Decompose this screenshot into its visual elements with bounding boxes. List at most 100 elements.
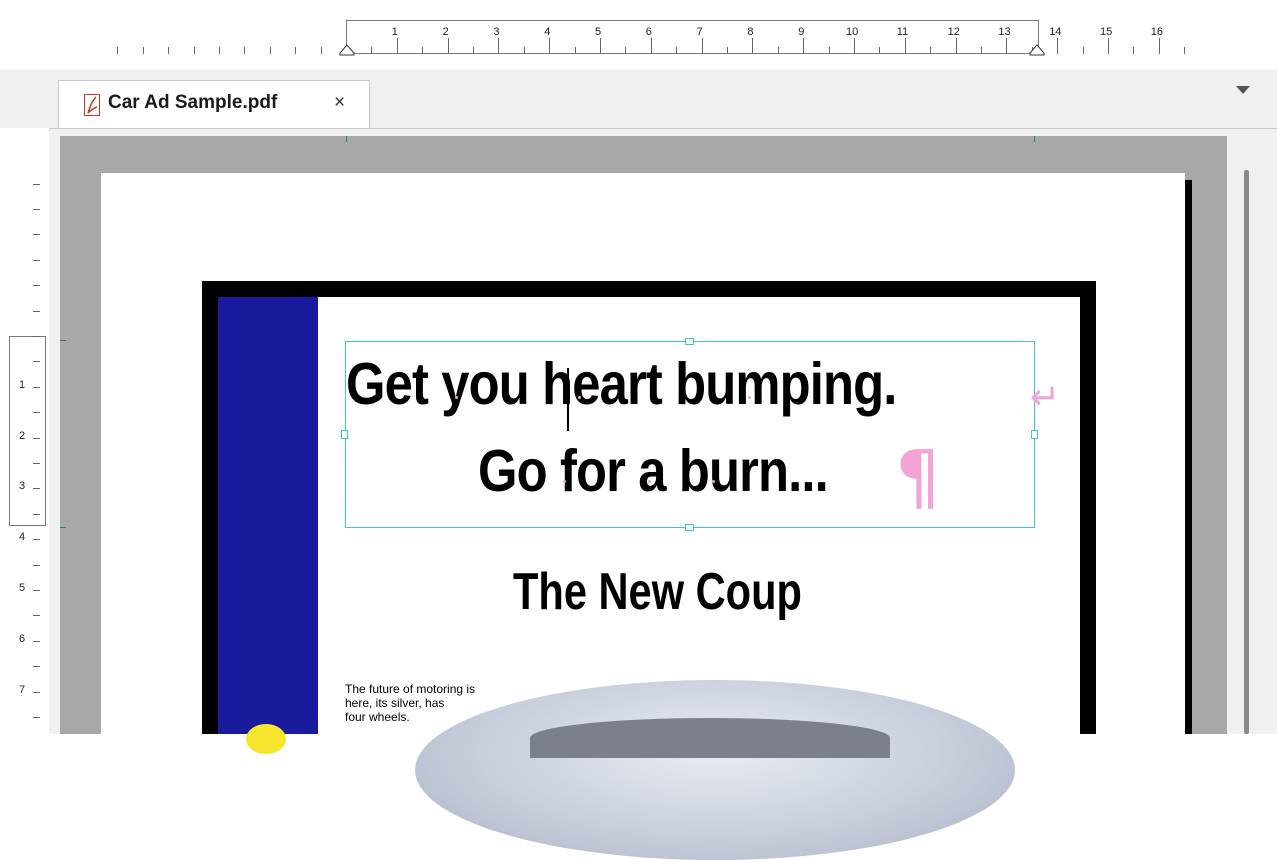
ruler-tick: [33, 310, 40, 312]
body-text-line: here, its silver, has: [345, 696, 445, 710]
pdf-icon: [84, 94, 100, 116]
ruler-tick: [1082, 47, 1084, 54]
ruler-tick: [574, 47, 576, 54]
ruler-label: 4: [19, 531, 26, 544]
ruler-tick: [33, 640, 40, 642]
ruler-tick: [33, 513, 40, 515]
ruler-tick: [650, 38, 652, 54]
ruler-tick: [33, 564, 40, 566]
vertical-scrollbar[interactable]: [1229, 136, 1277, 734]
ruler-label: 1: [19, 378, 26, 391]
space-mark: [712, 480, 715, 483]
ruler-tick: [168, 47, 170, 54]
ruler-tick: [33, 361, 40, 363]
ruler-label: 7: [19, 683, 26, 696]
space-mark: [648, 480, 651, 483]
resize-handle-top[interactable]: [685, 338, 694, 345]
body-text-line: four wheels.: [345, 710, 410, 724]
resize-handle-bottom[interactable]: [685, 524, 694, 531]
ruler-label: 12: [947, 26, 960, 38]
ruler-tick: [33, 209, 40, 210]
resize-handle-right[interactable]: [1031, 430, 1038, 439]
yellow-graphic: [246, 724, 286, 754]
ruler-tick: [904, 38, 906, 54]
ruler-tick: [777, 47, 779, 54]
ruler-label: 13: [998, 26, 1011, 38]
ruler-tick: [33, 463, 40, 464]
guide-mark: [60, 527, 66, 528]
ruler-tick: [676, 47, 678, 54]
ruler-tick: [803, 38, 805, 54]
ruler-label: 9: [798, 26, 805, 38]
ruler-label: 2: [19, 429, 26, 442]
text-cursor: [567, 368, 569, 431]
resize-handle-left[interactable]: [341, 430, 348, 439]
ruler-tick: [752, 38, 754, 54]
headline-line-2[interactable]: Go for a burn...: [478, 437, 829, 505]
ruler-tick: [1108, 38, 1109, 54]
ruler-tick: [498, 38, 500, 54]
ruler-tick: [33, 412, 40, 414]
ruler-tick: [625, 47, 627, 54]
ruler-tick: [33, 437, 40, 439]
ruler-tick: [447, 38, 449, 54]
tab-close-icon[interactable]: ×: [334, 92, 345, 114]
ruler-tick: [33, 386, 40, 388]
ruler-tick: [33, 539, 40, 541]
ruler-tick: [320, 47, 322, 54]
tab-list-dropdown-icon[interactable]: [1236, 86, 1250, 94]
vertical-ruler-selection-area[interactable]: [9, 336, 46, 526]
line-break-mark: ↵: [1030, 376, 1061, 417]
headline-line-1[interactable]: Get you heart bumping.: [346, 350, 897, 418]
ruler-label: 7: [696, 26, 703, 38]
ruler-tick: [473, 47, 474, 54]
ruler-tick: [828, 47, 830, 54]
ruler-tick: [295, 47, 297, 54]
ruler-label: 3: [493, 26, 500, 38]
ruler-label: 16: [1150, 26, 1164, 38]
ruler-tick: [117, 47, 119, 54]
ruler-tick: [142, 47, 144, 54]
ruler-tick: [33, 234, 40, 236]
horizontal-ruler-page-area[interactable]: [346, 20, 1039, 54]
ruler-tick: [727, 47, 728, 54]
space-mark: [748, 396, 751, 399]
ruler-tick: [1158, 38, 1160, 54]
ruler-tick: [1006, 38, 1008, 54]
ruler-tick: [930, 47, 932, 54]
ruler-label: 15: [1100, 26, 1113, 38]
right-indent-marker[interactable]: [1029, 44, 1045, 56]
ruler-tick: [1133, 47, 1135, 54]
paragraph-mark: ¶: [895, 435, 941, 519]
ruler-label: 8: [747, 26, 754, 38]
blue-side-band: [218, 297, 318, 734]
ruler-tick: [33, 183, 40, 185]
ruler-label: 2: [442, 26, 449, 38]
subheadline[interactable]: The New Coup: [513, 562, 802, 622]
ruler-tick: [701, 38, 703, 54]
ruler-tick: [269, 47, 271, 54]
ruler-label: 5: [19, 582, 26, 594]
ruler-tick: [33, 717, 40, 718]
scrollbar-thumb[interactable]: [1244, 170, 1249, 734]
ruler-tick: [396, 38, 398, 54]
ruler-tick: [1057, 38, 1059, 54]
space-mark: [578, 396, 581, 399]
tab-title[interactable]: Car Ad Sample.pdf: [108, 92, 277, 114]
ruler-tick: [33, 488, 40, 490]
ruler-label: 6: [19, 632, 26, 645]
ruler-label: 14: [1049, 26, 1062, 38]
first-line-indent-marker[interactable]: [339, 44, 355, 56]
guide-mark: [60, 340, 66, 341]
ruler-label: 1: [391, 26, 398, 38]
ruler-tick: [244, 47, 246, 54]
ruler-tick: [33, 590, 40, 591]
ruler-tick: [1184, 47, 1186, 54]
ruler-tick: [854, 38, 855, 54]
ruler-tick: [33, 259, 40, 261]
ruler-tick: [371, 47, 373, 54]
body-text-frame[interactable]: The future of motoring is here, its silv…: [345, 682, 535, 724]
ruler-tick: [33, 666, 40, 668]
ruler-tick: [422, 47, 424, 54]
guide-mark: [346, 136, 347, 142]
